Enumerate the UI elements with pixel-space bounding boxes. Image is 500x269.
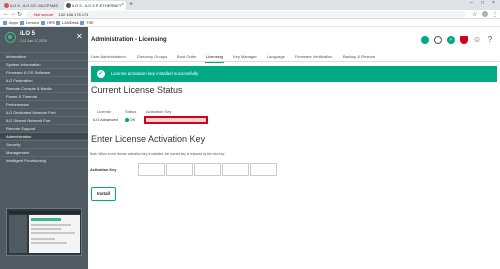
firmware-version: 1.11 Jan 17 2020 bbox=[20, 39, 47, 43]
tab-firmware-verification[interactable]: Firmware Verification bbox=[295, 54, 332, 59]
sidebar: iLO 5 1.11 Jan 17 2020 ✕ Information Sys… bbox=[0, 27, 88, 269]
column-header-activation-key: Activation Key bbox=[146, 109, 172, 114]
url-field[interactable]: Not secure 192.168.178.174 bbox=[26, 11, 466, 18]
user-icon[interactable]: ☺ bbox=[473, 36, 481, 44]
maximize-icon[interactable]: □ bbox=[481, 0, 484, 6]
sidebar-item-federation[interactable]: iLO Federation bbox=[0, 76, 88, 83]
tab-backup-restore[interactable]: Backup & Restore bbox=[343, 54, 375, 59]
health-status-icon[interactable] bbox=[421, 36, 429, 44]
tab-language[interactable]: Language bbox=[267, 54, 285, 59]
bookmark-icon bbox=[20, 20, 24, 25]
favicon-icon bbox=[66, 3, 71, 8]
status-ok-icon bbox=[125, 118, 129, 122]
bookmark-item[interactable]: Lenovo bbox=[20, 20, 39, 25]
sidebar-item-power-thermal[interactable]: Power & Thermal bbox=[0, 92, 88, 99]
sidebar-item-firmware[interactable]: Firmware & OS Software bbox=[0, 68, 88, 75]
close-icon[interactable]: ✕ bbox=[76, 32, 83, 41]
bookmark-icon bbox=[56, 20, 60, 25]
uid-icon[interactable]: ✓ bbox=[447, 36, 455, 44]
license-type: iLO Advanced bbox=[93, 117, 118, 122]
bookmark-item[interactable]: TSE bbox=[80, 20, 94, 25]
sidebar-item-performance[interactable]: Performance bbox=[0, 100, 88, 107]
close-window-icon[interactable]: × bbox=[492, 0, 495, 6]
bookmark-icon bbox=[41, 20, 45, 25]
back-icon[interactable]: ← bbox=[3, 11, 9, 17]
sidebar-item-management[interactable]: Management bbox=[0, 148, 88, 155]
browser-tab-bar: iLO 5 - iLO CE: MLCPXMS iLO 5 - iLO 5 P-… bbox=[0, 0, 500, 10]
success-message: License activation key installed success… bbox=[111, 71, 199, 76]
tab-key-manager[interactable]: Key Manager bbox=[233, 54, 257, 59]
url-prefix: Not secure bbox=[34, 12, 54, 17]
activation-key-segment-5[interactable] bbox=[250, 163, 277, 176]
column-header-license: License bbox=[97, 109, 111, 114]
bookmarks-bar: Apps Lenovo HPE LANDesk TSE bbox=[0, 19, 500, 27]
bookmark-item[interactable]: Apps bbox=[3, 20, 18, 25]
page-title: Administration - Licensing bbox=[91, 37, 167, 43]
license-status: OK bbox=[125, 117, 135, 122]
sidebar-item-remote-console[interactable]: Remote Console & Media bbox=[0, 84, 88, 91]
power-icon[interactable] bbox=[434, 36, 442, 44]
forward-icon[interactable]: → bbox=[10, 11, 16, 17]
activation-key-value bbox=[144, 116, 208, 124]
sidebar-header: iLO 5 1.11 Jan 17 2020 ✕ bbox=[0, 27, 88, 50]
menu-icon[interactable]: ⋮ bbox=[492, 11, 498, 18]
activation-key-segment-1[interactable] bbox=[138, 163, 165, 176]
enter-key-heading: Enter License Activation Key bbox=[91, 134, 206, 144]
url-text: 192.168.178.174 bbox=[58, 12, 89, 17]
main-content: Administration - Licensing ✓ ☺ ? User Ad… bbox=[88, 27, 500, 269]
bookmark-item[interactable]: HPE bbox=[41, 20, 55, 25]
bookmark-icon bbox=[3, 20, 7, 25]
tab-directory-groups[interactable]: Directory Groups bbox=[137, 54, 167, 59]
sidebar-item-security[interactable]: Security bbox=[0, 140, 88, 147]
reload-icon[interactable]: ↻ bbox=[17, 11, 22, 18]
activation-key-label: Activation Key bbox=[90, 168, 117, 172]
sidebar-item-shared-port[interactable]: iLO Shared Network Port bbox=[0, 116, 88, 123]
hpe-logo-icon bbox=[5, 32, 16, 43]
activation-key-segment-2[interactable] bbox=[166, 163, 193, 176]
minimize-icon[interactable]: – bbox=[470, 0, 473, 6]
favicon-icon bbox=[4, 3, 9, 8]
close-tab-icon[interactable]: × bbox=[121, 2, 124, 8]
profile-avatar[interactable] bbox=[482, 11, 488, 17]
bookmark-icon bbox=[80, 20, 84, 25]
sidebar-item-system-information[interactable]: System Information bbox=[0, 60, 88, 67]
bookmark-item[interactable]: LANDesk bbox=[56, 20, 79, 25]
sidebar-item-remote-support[interactable]: Remote Support bbox=[0, 124, 88, 131]
remote-console-thumbnail[interactable] bbox=[6, 208, 82, 256]
install-button[interactable]: Install bbox=[91, 187, 116, 201]
sidebar-item-information[interactable]: Information bbox=[0, 52, 88, 59]
browser-tab-1[interactable]: iLO 5 - iLO 5 P-ETHERNET × bbox=[64, 1, 126, 10]
tab-bar: User Administration Directory Groups Boo… bbox=[88, 52, 500, 63]
new-tab-icon[interactable]: + bbox=[129, 1, 133, 8]
column-header-status: Status bbox=[125, 109, 137, 114]
security-shield-icon[interactable] bbox=[460, 36, 468, 44]
sidebar-item-dedicated-port[interactable]: iLO Dedicated Network Port bbox=[0, 108, 88, 115]
sidebar-item-intelligent-provisioning[interactable]: Intelligent Provisioning bbox=[0, 156, 88, 163]
browser-tab-0[interactable]: iLO 5 - iLO CE: MLCPXMS bbox=[2, 1, 62, 10]
tab-licensing[interactable]: Licensing bbox=[205, 54, 224, 63]
browser-tab-label: iLO 5 - iLO CE: MLCPXMS bbox=[10, 3, 59, 8]
sidebar-item-administration[interactable]: Administration bbox=[0, 132, 88, 139]
tab-boot-order[interactable]: Boot Order bbox=[177, 54, 197, 59]
current-license-heading: Current License Status bbox=[91, 85, 183, 95]
help-icon[interactable]: ? bbox=[486, 36, 494, 44]
success-banner: ✓ License activation key installed succe… bbox=[91, 66, 497, 82]
star-icon[interactable]: ☆ bbox=[472, 11, 477, 18]
activation-key-segment-4[interactable] bbox=[222, 163, 249, 176]
replacement-note: Note: When a new license activation key … bbox=[90, 152, 225, 156]
tab-user-administration[interactable]: User Administration bbox=[91, 54, 126, 59]
address-bar: ← → ↻ Not secure 192.168.178.174 ☆ ⋮ bbox=[0, 10, 500, 19]
activation-key-segment-3[interactable] bbox=[194, 163, 221, 176]
product-name: iLO 5 bbox=[20, 31, 36, 37]
checkmark-icon: ✓ bbox=[97, 70, 105, 78]
browser-tab-label: iLO 5 - iLO 5 P-ETHERNET bbox=[72, 3, 122, 8]
